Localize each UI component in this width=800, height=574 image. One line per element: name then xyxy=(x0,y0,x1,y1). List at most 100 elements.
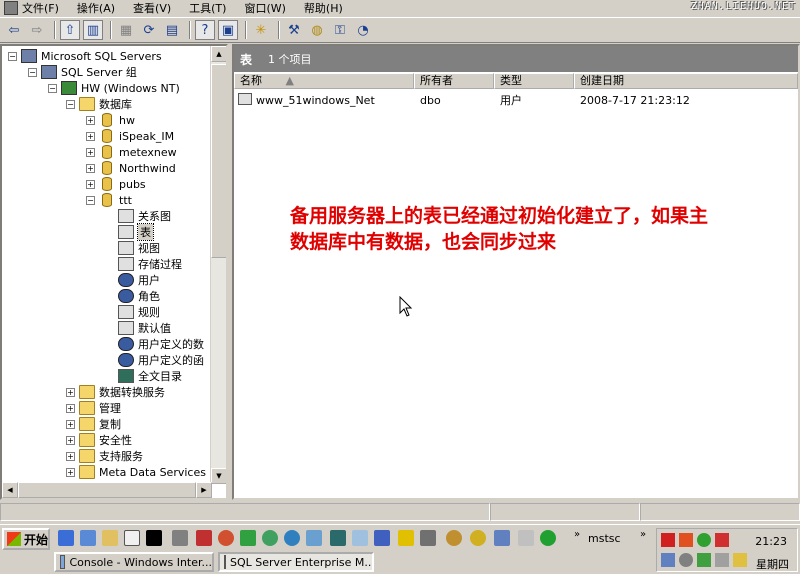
tree-node-fulltext[interactable]: 全文目录 xyxy=(118,368,182,384)
app-icon[interactable] xyxy=(470,530,486,546)
help-icon[interactable]: ? xyxy=(195,20,215,40)
tree-horizontal-scrollbar[interactable]: ◀ ▶ xyxy=(2,482,212,498)
start-button[interactable]: 开始 xyxy=(2,528,50,550)
security-icon[interactable]: ⚿ xyxy=(330,20,350,40)
tree-node-db-northwind[interactable]: + Northwind xyxy=(86,160,176,176)
properties-icon[interactable]: ▦ xyxy=(116,20,136,40)
tree-node-dts[interactable]: + 数据转换服务 xyxy=(66,384,165,400)
app-icon[interactable] xyxy=(240,530,256,546)
forward-icon[interactable]: ⇨ xyxy=(27,20,47,40)
tray-icon[interactable] xyxy=(733,553,747,567)
ie-icon[interactable] xyxy=(58,530,74,546)
tray-icon[interactable] xyxy=(679,533,693,547)
tree-node-roles[interactable]: 角色 xyxy=(118,288,160,304)
tree-node-db-metexnew[interactable]: + metexnew xyxy=(86,144,177,160)
collapse-icon[interactable]: − xyxy=(8,51,17,61)
tree-node-tables[interactable]: 表 xyxy=(118,223,154,241)
app-icon[interactable] xyxy=(374,530,390,546)
notepad-icon[interactable] xyxy=(124,530,140,546)
menu-help[interactable]: 帮助(H) xyxy=(304,0,343,16)
tray-icon[interactable] xyxy=(715,533,729,547)
tray-icon[interactable] xyxy=(715,553,729,567)
tray-icon[interactable] xyxy=(661,553,675,567)
tree-node-rules[interactable]: 规则 xyxy=(118,304,160,320)
table-row[interactable]: www_51windows_Net dbo 用户 2008-7-17 21:23… xyxy=(238,92,794,108)
menu-view[interactable]: 查看(V) xyxy=(133,0,171,16)
scroll-down-icon[interactable]: ▼ xyxy=(211,468,226,484)
tree-node-db-pubs[interactable]: + pubs xyxy=(86,176,146,192)
column-header-type[interactable]: 类型 xyxy=(494,73,574,89)
tray-icon[interactable] xyxy=(661,533,675,547)
ie-alt-icon[interactable] xyxy=(80,530,96,546)
tree-node-databases[interactable]: − 数据库 xyxy=(66,96,132,112)
tree-node-procs[interactable]: 存储过程 xyxy=(118,256,182,272)
up-folder-icon[interactable]: ⇧ xyxy=(60,20,80,40)
tray-icon[interactable] xyxy=(679,553,693,567)
overflow-chevron-icon[interactable]: » xyxy=(640,529,646,540)
tree-node-udt[interactable]: 用户定义的数 xyxy=(118,336,204,352)
tree-node-db-hw[interactable]: + hw xyxy=(86,112,135,128)
tree-node-replication[interactable]: + 复制 xyxy=(66,416,121,432)
expand-icon[interactable]: + xyxy=(86,147,95,157)
expand-icon[interactable]: + xyxy=(86,163,95,173)
show-tree-icon[interactable]: ▥ xyxy=(83,20,103,40)
tree-node-server[interactable]: − HW (Windows NT) xyxy=(48,80,180,96)
console-icon[interactable]: ▣ xyxy=(218,20,238,40)
expand-icon[interactable]: + xyxy=(86,131,95,141)
task-console[interactable]: Console - Windows Inter... xyxy=(54,552,214,572)
scroll-thumb[interactable] xyxy=(18,482,196,498)
collapse-icon[interactable]: − xyxy=(66,99,75,109)
explorer-icon[interactable] xyxy=(102,530,118,546)
app-icon[interactable] xyxy=(262,530,278,546)
tools-icon[interactable]: ⚒ xyxy=(284,20,304,40)
collapse-icon[interactable]: − xyxy=(86,195,95,205)
tree-node-diagrams[interactable]: 关系图 xyxy=(118,208,171,224)
clock[interactable]: 21:23 xyxy=(755,535,787,548)
column-header-created[interactable]: 创建日期 xyxy=(574,73,798,89)
schedule-icon[interactable]: ◔ xyxy=(353,20,373,40)
refresh-icon[interactable]: ⟳ xyxy=(139,20,159,40)
tree-node-defaults[interactable]: 默认值 xyxy=(118,320,171,336)
app-icon[interactable] xyxy=(330,530,346,546)
expand-icon[interactable]: + xyxy=(66,451,75,461)
column-header-owner[interactable]: 所有者 xyxy=(414,73,494,89)
app-icon[interactable] xyxy=(196,530,212,546)
app-icon[interactable] xyxy=(218,530,234,546)
tree-node-support[interactable]: + 支持服务 xyxy=(66,448,143,464)
back-icon[interactable]: ⇦ xyxy=(4,20,24,40)
expand-icon[interactable]: + xyxy=(66,467,75,477)
app-icon[interactable] xyxy=(518,530,534,546)
menu-window[interactable]: 窗口(W) xyxy=(244,0,285,16)
tray-icon[interactable] xyxy=(697,553,711,567)
console-tree[interactable]: − Microsoft SQL Servers − SQL Server 组 −… xyxy=(0,44,228,500)
app-icon[interactable] xyxy=(420,530,436,546)
tree-node-db-ispeak[interactable]: + iSpeak_IM xyxy=(86,128,174,144)
scroll-thumb[interactable] xyxy=(211,64,226,258)
tree-vertical-scrollbar[interactable]: ▲ ▼ xyxy=(210,46,226,484)
tree-node-management[interactable]: + 管理 xyxy=(66,400,121,416)
tree-node-users[interactable]: 用户 xyxy=(118,272,160,288)
expand-icon[interactable]: + xyxy=(66,387,75,397)
mmc-app-icon[interactable] xyxy=(4,1,18,15)
tray-icon[interactable] xyxy=(697,533,711,547)
expand-icon[interactable]: + xyxy=(86,179,95,189)
app-icon[interactable] xyxy=(540,530,556,546)
tool-icon[interactable] xyxy=(172,530,188,546)
tree-node-db-ttt[interactable]: − ttt xyxy=(86,192,132,208)
scroll-up-icon[interactable]: ▲ xyxy=(211,46,226,62)
tree-node-udf[interactable]: 用户定义的函 xyxy=(118,352,204,368)
tree-node-metadata[interactable]: + Meta Data Services xyxy=(66,464,206,480)
app-icon[interactable] xyxy=(398,530,414,546)
running-app-label[interactable]: mstsc xyxy=(588,532,621,545)
tree-node-views[interactable]: 视图 xyxy=(118,240,160,256)
wizard-icon[interactable]: ✳ xyxy=(251,20,271,40)
app-icon[interactable] xyxy=(494,530,510,546)
column-header-name[interactable]: 名称 ▲ xyxy=(234,73,414,89)
task-enterprise-manager[interactable]: SQL Server Enterprise M... xyxy=(218,552,374,572)
app-icon[interactable] xyxy=(446,530,462,546)
menu-action[interactable]: 操作(A) xyxy=(77,0,115,16)
database-icon[interactable]: ◍ xyxy=(307,20,327,40)
cmd-icon[interactable] xyxy=(146,530,162,546)
app-icon[interactable] xyxy=(284,530,300,546)
scroll-left-icon[interactable]: ◀ xyxy=(2,482,18,498)
